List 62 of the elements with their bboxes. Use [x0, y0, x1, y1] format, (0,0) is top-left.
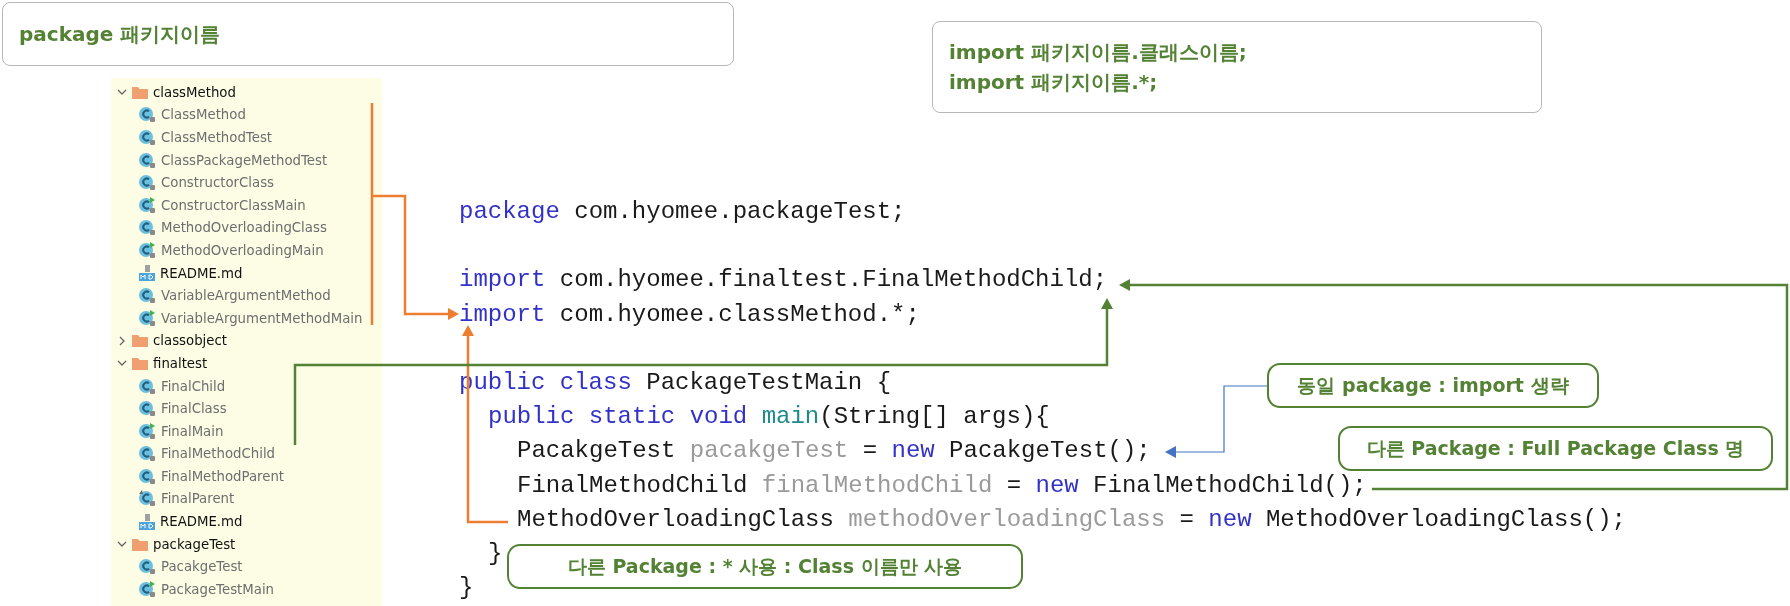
class-icon: [139, 129, 156, 146]
import-syntax-note: import 패키지이름.*;: [949, 69, 1159, 96]
file-name[interactable]: VariableArgumentMethodMain: [161, 310, 363, 326]
file-name[interactable]: FinalParent: [161, 491, 235, 507]
class-icon: [139, 287, 156, 305]
runnable-class-icon: [139, 309, 156, 327]
folder-icon: [132, 334, 148, 348]
code-line: public static void main(String[] args){: [488, 402, 1050, 433]
folder-icon: [132, 85, 148, 99]
code-line: PacakgeTest pacakgeTest = new PacakgeTest();: [517, 436, 1151, 467]
class-icon: [139, 400, 156, 418]
class-icon: [139, 445, 156, 463]
file-name[interactable]: VariableArgumentMethod: [161, 288, 331, 304]
file-name[interactable]: MethodOverloadingMain: [161, 242, 324, 258]
file-name[interactable]: README.md: [160, 514, 243, 530]
runnable-class-icon: [139, 241, 156, 259]
class-icon: [139, 377, 156, 395]
import-syntax-note: import 패키지이름.클래스이름;: [949, 39, 1248, 66]
file-name[interactable]: ClassPackageMethodTest: [161, 152, 328, 168]
code-line: import com.hyomee.finaltest.FinalMethodChild;: [459, 265, 1108, 296]
runnable-class-icon: [139, 580, 156, 598]
file-name[interactable]: FinalMethodParent: [161, 468, 285, 484]
inherited-class-icon: [139, 490, 156, 508]
code-line: MethodOverloadingClass methodOverloadingClass = new MethodOverloadingClass();: [517, 504, 1627, 535]
folder-name[interactable]: finaltest: [153, 355, 208, 371]
markdown-file-icon: [139, 513, 155, 530]
runnable-class-icon: [139, 196, 156, 214]
file-name[interactable]: MethodOverloadingClass: [161, 220, 327, 236]
package-syntax-note: package 패키지이름: [19, 21, 222, 48]
file-name[interactable]: ConstructorClass: [161, 175, 274, 191]
class-icon: [139, 151, 156, 169]
chevron-right-icon[interactable]: [117, 335, 127, 346]
file-name[interactable]: FinalClass: [161, 401, 227, 417]
file-name[interactable]: ClassMethodTest: [161, 130, 273, 145]
file-name[interactable]: FinalChild: [161, 378, 226, 394]
code-line: }: [459, 573, 474, 604]
markdown-file-icon: [139, 265, 155, 282]
file-name[interactable]: ConstructorClassMain: [161, 197, 306, 213]
class-icon: [139, 106, 156, 124]
callout-note: 동일 package : import 생략: [1267, 363, 1599, 408]
code-line: FinalMethodChild finalMethodChild = new FinalMethodChild();: [517, 470, 1367, 501]
code-line: package com.hyomee.packageTest;: [459, 197, 906, 227]
folder-name[interactable]: classMethod: [153, 84, 236, 100]
file-name[interactable]: ClassMethod: [161, 107, 246, 123]
callout-note: 다른 Package : * 사용 : Class 이름만 사용: [507, 544, 1023, 589]
file-name[interactable]: FinalMethodChild: [161, 446, 276, 462]
file-name[interactable]: README.md: [160, 265, 243, 281]
folder-name[interactable]: classobject: [153, 333, 227, 349]
class-icon: [139, 174, 156, 192]
file-name[interactable]: PacakgeTest: [161, 559, 243, 575]
class-icon: [139, 219, 156, 237]
callout-note: 다른 Package : Full Package Class 명: [1338, 426, 1773, 471]
file-name[interactable]: FinalMain: [161, 423, 224, 439]
class-icon: [139, 467, 156, 485]
runnable-class-icon: [139, 422, 156, 440]
code-line: }: [488, 538, 503, 569]
folder-icon: [132, 537, 148, 551]
class-icon: [139, 558, 156, 576]
folder-icon: [132, 356, 148, 370]
file-name[interactable]: PackageTestMain: [161, 581, 275, 597]
folder-name[interactable]: packageTest: [153, 536, 236, 552]
code-line: import com.hyomee.classMethod.*;: [459, 299, 920, 330]
